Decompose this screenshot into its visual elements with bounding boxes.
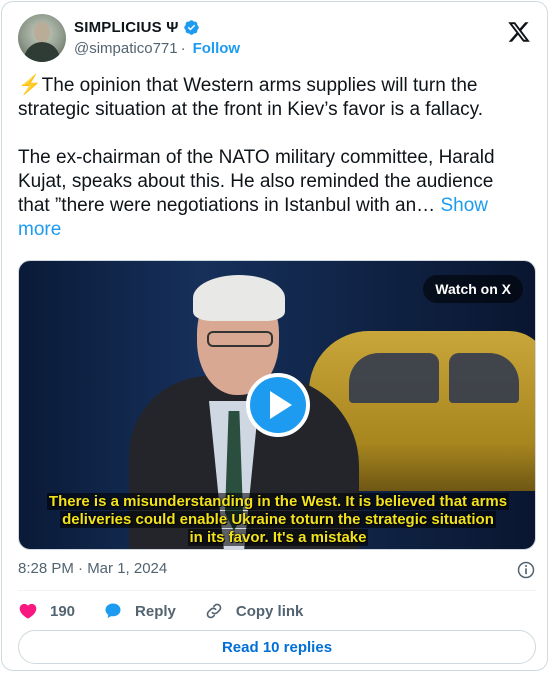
read-replies-button[interactable]: Read 10 replies [18, 630, 536, 664]
video-speaker-glasses [207, 331, 273, 347]
tweet-card: SIMPLICIUS Ψ @simpatico771 · Follow ⚡The… [1, 1, 548, 671]
verified-badge-icon [183, 19, 199, 35]
watch-on-x-button[interactable]: Watch on X [423, 275, 523, 303]
tweet-text: ⚡The opinion that Western arms supplies … [18, 74, 528, 242]
tweet-header: SIMPLICIUS Ψ @simpatico771 · Follow [18, 14, 533, 62]
video-speaker-hair [193, 275, 285, 321]
play-icon [270, 391, 292, 419]
subtitle-line-2: deliveries could enable Ukraine toturn t… [60, 511, 496, 528]
name-row: SIMPLICIUS Ψ [74, 17, 200, 37]
avatar-suit [24, 42, 60, 62]
reply-label: Reply [135, 602, 176, 620]
handle-row: @simpatico771 · Follow [74, 40, 240, 57]
info-icon[interactable] [516, 560, 536, 580]
timestamp[interactable]: 8:28 PM · Mar 1, 2024 [18, 560, 167, 577]
video-car-window [349, 353, 439, 403]
play-button[interactable] [246, 373, 310, 437]
like-count: 190 [50, 602, 76, 620]
handle[interactable]: @simpatico771 [74, 40, 178, 57]
video-player[interactable]: Watch on X There is a misunderstanding i… [18, 260, 536, 550]
follow-button[interactable]: Follow [193, 40, 241, 57]
reply-icon [105, 603, 121, 618]
divider [18, 590, 536, 591]
copy-link-label: Copy link [235, 602, 304, 620]
heart-icon [19, 603, 37, 619]
subtitle-line-1: There is a misunderstanding in the West.… [46, 493, 510, 510]
avatar[interactable] [18, 14, 66, 62]
subtitle-line-3: in its favor. It's a mistake [187, 529, 369, 546]
like-button[interactable]: 190 [18, 601, 75, 621]
separator-dot: · [180, 40, 186, 57]
timestamp-row: 8:28 PM · Mar 1, 2024 [18, 560, 536, 580]
link-icon [206, 603, 222, 619]
video-car-window-rear [449, 353, 519, 403]
tweet-body: ⚡The opinion that Western arms supplies … [18, 75, 495, 216]
x-logo-icon[interactable] [507, 20, 531, 44]
copy-link-button[interactable]: Copy link [204, 601, 304, 621]
action-bar: 190 Reply Copy link [18, 598, 331, 624]
video-subtitle: There is a misunderstanding in the West.… [43, 493, 513, 547]
display-name[interactable]: SIMPLICIUS Ψ [74, 19, 179, 36]
avatar-face [34, 22, 50, 42]
reply-button[interactable]: Reply [103, 601, 176, 621]
